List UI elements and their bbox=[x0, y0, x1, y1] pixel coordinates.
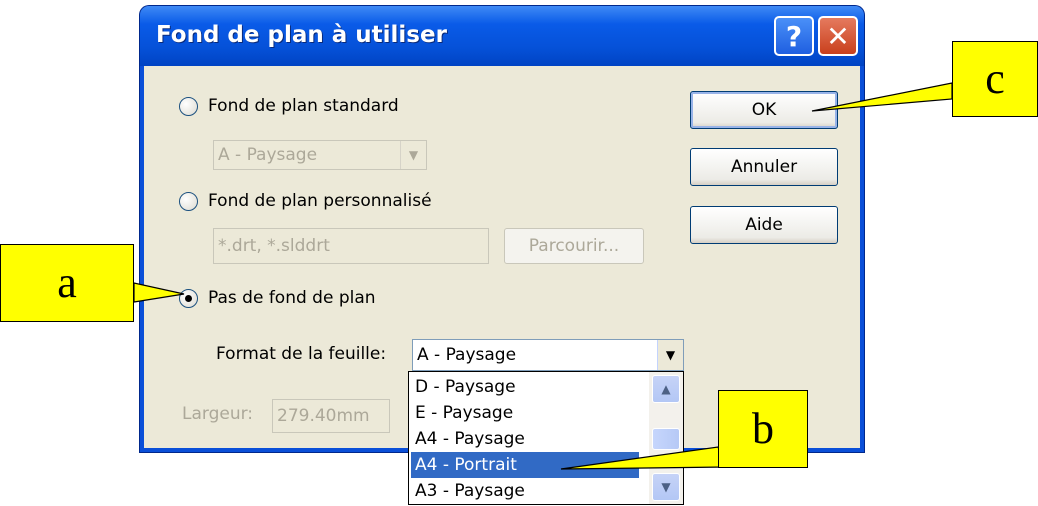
callout-a-pointer bbox=[133, 282, 185, 303]
callout-c-label: c bbox=[985, 54, 1005, 103]
callout-a: a bbox=[0, 244, 134, 322]
callout-pointers bbox=[133, 82, 953, 470]
callout-b-label: b bbox=[752, 404, 774, 453]
callout-a-label: a bbox=[57, 258, 77, 307]
callout-c-pointer bbox=[811, 82, 953, 112]
callout-c: c bbox=[952, 41, 1038, 117]
callout-b: b bbox=[718, 390, 808, 468]
callout-b-pointer bbox=[560, 446, 727, 470]
